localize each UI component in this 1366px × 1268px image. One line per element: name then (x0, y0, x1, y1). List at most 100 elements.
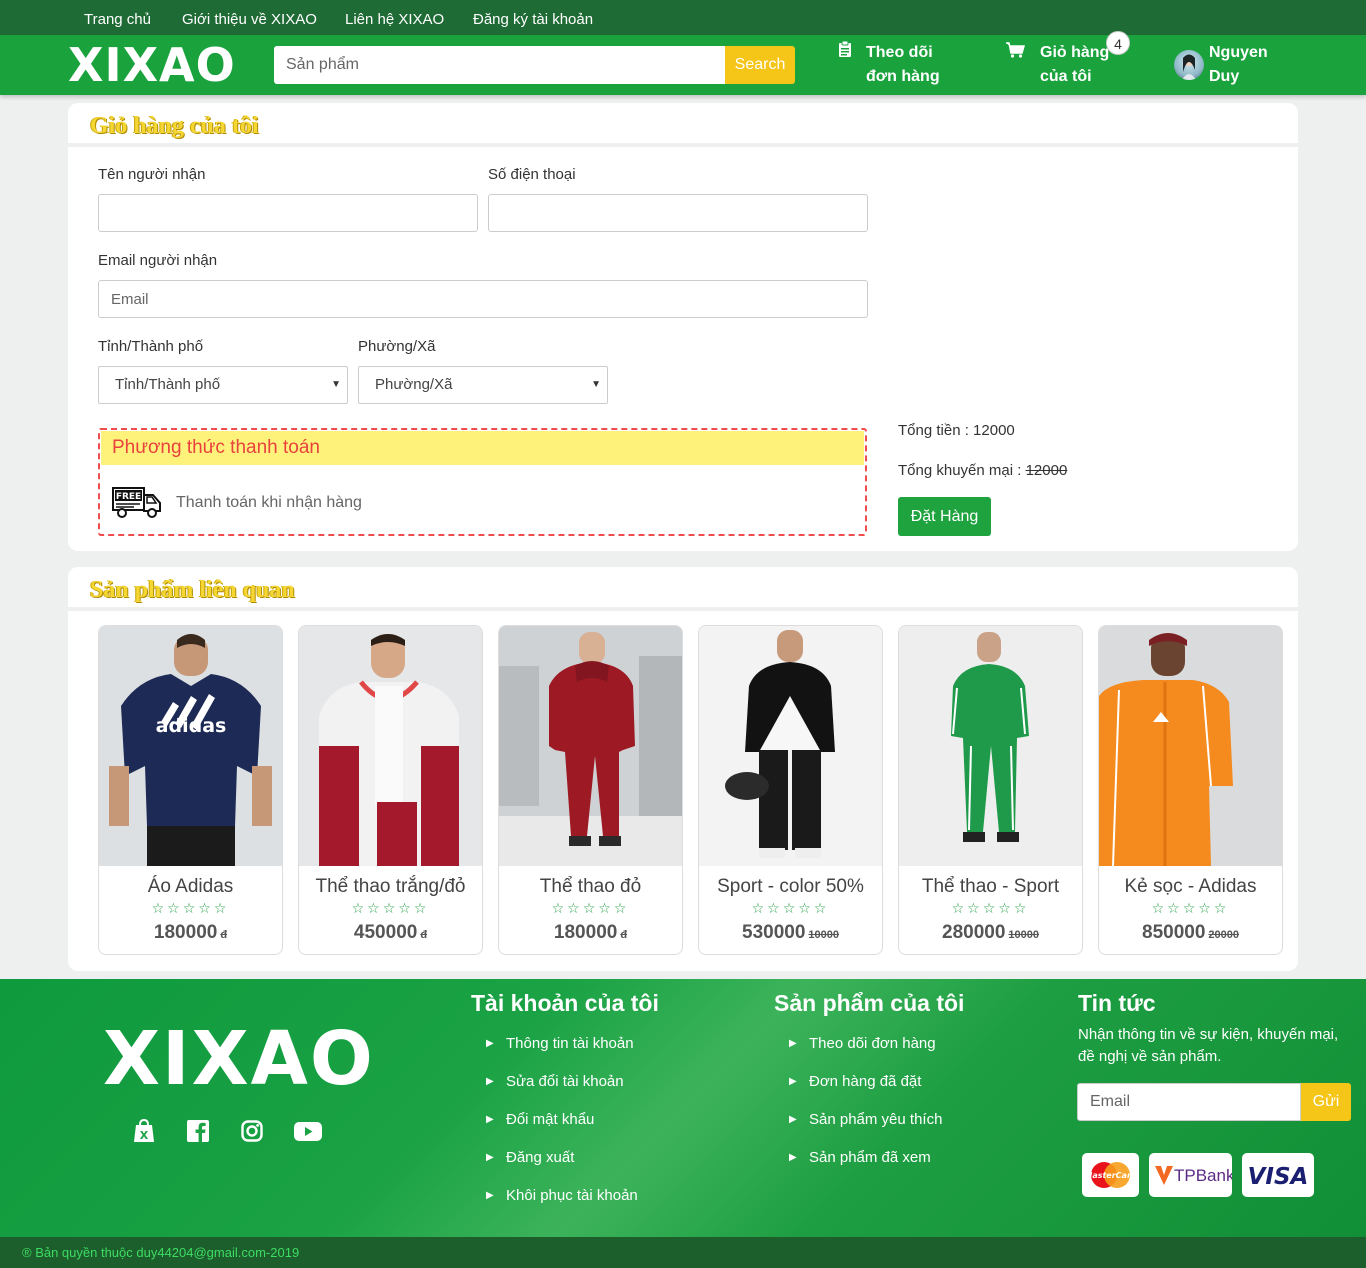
price-old: 10000 (808, 929, 839, 941)
price-value: 180000 (553, 922, 618, 943)
top-nav: Trang chủ Giới thiệu về XIXAO Liên hệ XI… (0, 0, 1366, 35)
footer-link-label: Thông tin tài khoản (506, 1035, 634, 1052)
nav-register-link[interactable]: Đăng ký tài khoản (473, 11, 593, 29)
footer: XIXAO X Tài khoản của tôi ▶ Thông tin tài… (0, 979, 1366, 1237)
ward-select[interactable]: Phường/Xã ▼ (358, 366, 608, 404)
clipboard-icon[interactable] (838, 41, 852, 57)
recipient-name-input[interactable] (98, 194, 478, 232)
site-logo[interactable]: XIXAO (68, 39, 236, 91)
rating-stars-icon: ☆☆☆☆☆ (1151, 900, 1230, 916)
caret-right-icon: ▶ (789, 1076, 797, 1087)
place-order-button[interactable]: Đặt Hàng (898, 497, 991, 536)
footer-logo: XIXAO (103, 1016, 375, 1102)
phone-input[interactable] (488, 194, 868, 232)
cart-link[interactable]: Giỏ hàng của tôi (1040, 41, 1109, 89)
product-image[interactable] (299, 626, 482, 866)
price-old: đ (420, 929, 428, 941)
product-image[interactable] (899, 626, 1082, 866)
footer-link-label: Sửa đổi tài khoản (506, 1073, 624, 1090)
product-name[interactable]: Thể thao đỏ (499, 876, 682, 898)
caret-right-icon: ▶ (486, 1114, 494, 1125)
footer-link-edit-account[interactable]: ▶ Sửa đổi tài khoản (486, 1073, 624, 1091)
footer-link-label: Đăng xuất (506, 1149, 575, 1166)
price-old: đ (220, 929, 228, 941)
product-card[interactable]: Kẻ sọc - Adidas ☆☆☆☆☆ 850000 20000 (1098, 625, 1283, 955)
newsletter-email-input[interactable] (1077, 1083, 1301, 1121)
footer-link-orders-placed[interactable]: ▶ Đơn hàng đã đặt (789, 1073, 921, 1091)
visa-logo: VISA (1242, 1153, 1314, 1197)
product-name[interactable]: Thể thao trắng/đỏ (299, 876, 482, 898)
caret-right-icon: ▶ (486, 1190, 494, 1201)
product-price: 180000 đ (99, 921, 282, 947)
visa-text: VISA (1248, 1164, 1309, 1190)
email-input[interactable] (98, 280, 868, 318)
product-image[interactable] (1099, 626, 1282, 866)
tpbank-text: TPBank (1174, 1166, 1232, 1185)
copyright-bar: ® Bản quyền thuộc duy44204@gmail.com-201… (0, 1237, 1366, 1268)
product-card[interactable]: Thể thao trắng/đỏ ☆☆☆☆☆ 450000 đ (298, 625, 483, 955)
rating-stars-icon: ☆☆☆☆☆ (351, 900, 430, 916)
nav-home-link[interactable]: Trang chủ (84, 11, 151, 29)
footer-link-viewed[interactable]: ▶ Sản phẩm đã xem (789, 1149, 931, 1167)
footer-link-favorites[interactable]: ▶ Sản phẩm yêu thích (789, 1111, 942, 1129)
payment-method-box: Phương thức thanh toán FREE Thanh toán k… (98, 428, 867, 536)
youtube-icon[interactable] (294, 1119, 322, 1143)
price-value: 450000 (353, 922, 418, 943)
cart-icon[interactable] (1006, 42, 1025, 58)
footer-link-label: Theo dõi đơn hàng (809, 1035, 936, 1052)
related-title-divider (68, 607, 1298, 611)
newsletter-send-button[interactable]: Gửi (1301, 1083, 1351, 1121)
user-name-line1: Nguyen (1209, 44, 1268, 61)
footer-link-recover-account[interactable]: ▶ Khôi phục tài khoản (486, 1187, 638, 1205)
tpbank-logo: TPBank (1149, 1153, 1235, 1197)
footer-news-text: Nhận thông tin về sự kiện, khuyến mại, đ… (1078, 1026, 1339, 1065)
rating-stars-icon: ☆☆☆☆☆ (751, 900, 830, 916)
track-order-link[interactable]: Theo dõi đơn hàng (866, 41, 940, 89)
footer-link-account-info[interactable]: ▶ Thông tin tài khoản (486, 1035, 634, 1053)
city-select[interactable]: Tỉnh/Thành phố ▼ (98, 366, 348, 404)
caret-right-icon: ▶ (486, 1152, 494, 1163)
discount-label: Tổng khuyến mại : (898, 462, 1026, 479)
footer-link-track-order[interactable]: ▶ Theo dõi đơn hàng (789, 1035, 936, 1053)
mastercard-text: MasterCard (1084, 1171, 1137, 1180)
product-image[interactable] (699, 626, 882, 866)
footer-news-title: Tin tức (1078, 990, 1156, 1016)
user-menu[interactable]: Nguyen Duy (1209, 41, 1268, 89)
recipient-name-label: Tên người nhận (98, 166, 206, 183)
product-price: 450000 đ (299, 921, 482, 947)
product-image[interactable] (499, 626, 682, 866)
product-price: 530000 10000 (699, 921, 882, 947)
cart-panel: Giỏ hàng của tôi Tên người nhận Số điện … (68, 103, 1298, 551)
product-name[interactable]: Áo Adidas (99, 876, 282, 898)
payment-option-cod[interactable]: Thanh toán khi nhận hàng (176, 494, 362, 512)
product-name[interactable]: Kẻ sọc - Adidas (1099, 876, 1282, 898)
product-image[interactable]: adidas (99, 626, 282, 866)
copyright-text: ® Bản quyền thuộc duy44204@gmail.com-201… (22, 1245, 300, 1260)
instagram-icon[interactable] (241, 1119, 263, 1143)
product-card[interactable]: Thể thao đỏ ☆☆☆☆☆ 180000 đ (498, 625, 683, 955)
rating-stars-icon: ☆☆☆☆☆ (551, 900, 630, 916)
footer-link-change-password[interactable]: ▶ Đổi mật khẩu (486, 1111, 594, 1129)
footer-products-title: Sản phẩm của tôi (774, 990, 965, 1016)
search-input[interactable] (274, 46, 726, 84)
caret-right-icon: ▶ (486, 1038, 494, 1049)
city-label: Tỉnh/Thành phố (98, 338, 204, 355)
cart-line2: của tôi (1040, 68, 1092, 85)
footer-link-logout[interactable]: ▶ Đăng xuất (486, 1149, 575, 1167)
product-card[interactable]: Sport - color 50% ☆☆☆☆☆ 530000 10000 (698, 625, 883, 955)
avatar[interactable] (1174, 50, 1204, 80)
product-name[interactable]: Sport - color 50% (699, 876, 882, 898)
product-name[interactable]: Thể thao - Sport (899, 876, 1082, 898)
nav-contact-link[interactable]: Liên hệ XIXAO (345, 11, 444, 29)
total-amount: Tổng tiền : 12000 (898, 422, 1015, 439)
search-button[interactable]: Search (725, 46, 795, 84)
price-value: 530000 (742, 922, 806, 943)
shopping-bag-icon[interactable]: X (133, 1119, 155, 1143)
facebook-icon[interactable] (187, 1119, 209, 1143)
product-card[interactable]: Thể thao - Sport ☆☆☆☆☆ 280000 10000 (898, 625, 1083, 955)
caret-right-icon: ▶ (789, 1152, 797, 1163)
caret-right-icon: ▶ (789, 1114, 797, 1125)
caret-right-icon: ▶ (789, 1038, 797, 1049)
product-card[interactable]: adidas Áo Adidas ☆☆☆☆☆ 180000 đ (98, 625, 283, 955)
nav-about-link[interactable]: Giới thiệu về XIXAO (182, 11, 317, 29)
